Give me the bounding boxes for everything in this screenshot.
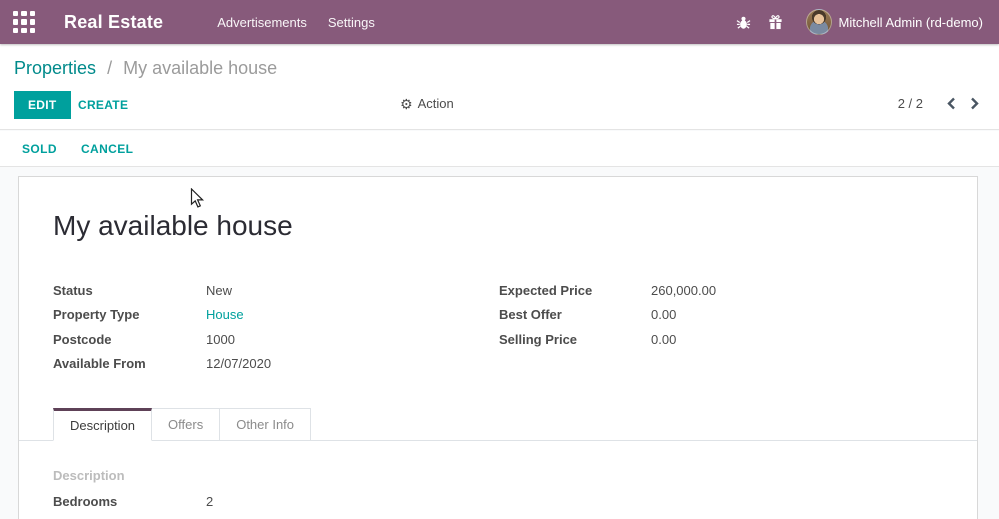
pager-value: 2 / 2	[897, 96, 923, 111]
breadcrumb-properties[interactable]: Properties	[14, 58, 96, 78]
field-label: Status	[53, 282, 93, 298]
field-value: 12/07/2020	[206, 356, 272, 372]
app-brand[interactable]: Real Estate	[64, 12, 163, 33]
field-label: Selling Price	[499, 331, 578, 347]
pager-previous-icon[interactable]	[947, 97, 956, 110]
tab-offers[interactable]: Offers	[152, 408, 221, 441]
field-best-offer: Best Offer 0.00	[499, 303, 919, 328]
tab-description[interactable]: Description	[53, 408, 153, 441]
tab-other-info[interactable]: Other Info	[220, 408, 312, 441]
action-menu[interactable]: ⚙ Action	[400, 96, 454, 111]
gift-icon[interactable]	[760, 14, 792, 30]
field-property-type: Property Type House	[53, 303, 473, 328]
field-postcode: Postcode 1000	[53, 327, 473, 352]
field-available-from: Available From 12/07/2020	[53, 352, 473, 377]
field-label: Postcode	[53, 331, 112, 347]
avatar[interactable]	[805, 9, 832, 35]
field-group-left: Status New Property Type House Postcode …	[53, 278, 473, 376]
record-title: My available house	[53, 210, 293, 241]
field-value: 0.00	[651, 331, 677, 347]
statusbar: SOLD CANCEL	[0, 131, 999, 167]
field-status: Status New	[53, 278, 473, 303]
apps-menu-icon[interactable]	[13, 11, 35, 33]
pager-next-icon[interactable]	[970, 97, 979, 110]
field-bedrooms: Bedrooms 2	[53, 493, 213, 510]
menu-settings[interactable]: Settings	[328, 15, 375, 30]
top-navbar: Real Estate Advertisements Settings Mitc…	[0, 0, 999, 44]
field-value: 260,000.00	[651, 282, 717, 298]
navbar-right: Mitchell Admin (rd-demo)	[728, 9, 999, 35]
action-label: Action	[417, 96, 454, 111]
field-selling-price: Selling Price 0.00	[499, 327, 919, 352]
description-group-title: Description	[53, 468, 125, 483]
gear-icon: ⚙	[400, 95, 413, 112]
property-type-link[interactable]: House	[206, 307, 244, 322]
menu-advertisements[interactable]: Advertisements	[217, 15, 307, 30]
field-group-right: Expected Price 260,000.00 Best Offer 0.0…	[499, 278, 919, 352]
field-label: Available From	[53, 356, 146, 372]
notebook-tabs: Description Offers Other Info	[19, 408, 977, 441]
field-label: Expected Price	[499, 282, 593, 298]
create-button[interactable]: CREATE	[72, 91, 134, 119]
navbar-menus: Advertisements Settings	[217, 15, 375, 30]
field-value: 2	[206, 494, 214, 509]
pager: 2 / 2	[898, 96, 979, 111]
field-value: 0.00	[651, 307, 677, 323]
control-panel: Properties / My available house EDIT CRE…	[0, 44, 999, 130]
field-label: Bedrooms	[53, 494, 118, 509]
cancel-button[interactable]: CANCEL	[81, 142, 133, 156]
field-value: 1000	[206, 331, 235, 347]
field-expected-price: Expected Price 260,000.00	[499, 278, 919, 303]
sold-button[interactable]: SOLD	[22, 142, 57, 156]
edit-button[interactable]: EDIT	[14, 91, 71, 119]
breadcrumb-current: My available house	[123, 58, 278, 78]
breadcrumb: Properties / My available house	[14, 58, 277, 79]
app-window: Real Estate Advertisements Settings Mitc…	[0, 0, 999, 519]
user-menu[interactable]: Mitchell Admin (rd-demo)	[839, 15, 984, 30]
field-label: Property Type	[53, 307, 140, 323]
field-label: Best Offer	[499, 307, 562, 323]
field-value: New	[206, 282, 233, 298]
form-sheet: My available house Status New Property T…	[18, 176, 978, 519]
bug-icon[interactable]	[728, 15, 760, 30]
breadcrumb-separator: /	[107, 58, 113, 78]
